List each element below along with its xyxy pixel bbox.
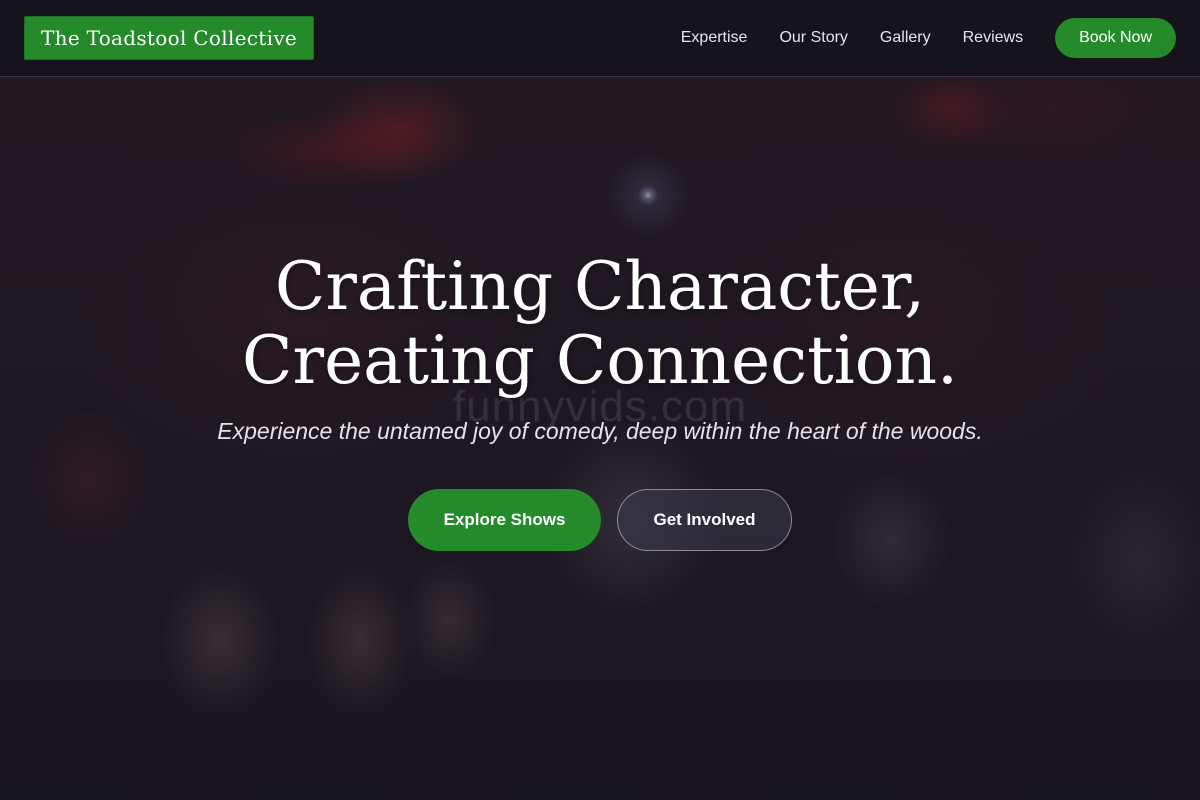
book-now-button[interactable]: Book Now [1055,18,1176,58]
main-nav: Expertise Our Story Gallery Reviews Book… [681,18,1176,58]
site-logo[interactable]: The Toadstool Collective [24,16,315,60]
hero-title: Crafting Character, Creating Connection. [0,250,1200,398]
get-involved-button[interactable]: Get Involved [617,489,792,551]
hero-title-line-2: Creating Connection. [242,322,958,399]
hero-section: funnyvids.com Crafting Character, Creati… [0,0,1200,800]
nav-link-reviews[interactable]: Reviews [963,29,1023,47]
hero-subtitle: Experience the untamed joy of comedy, de… [217,418,983,444]
landing-page: The Toadstool Collective Expertise Our S… [0,0,1200,800]
site-header: The Toadstool Collective Expertise Our S… [0,0,1200,77]
nav-link-gallery[interactable]: Gallery [880,29,931,47]
nav-link-our-story[interactable]: Our Story [779,29,847,47]
hero-title-line-1: Crafting Character, [274,248,926,325]
cta-row: Explore Shows Get Involved [0,489,1200,551]
explore-shows-button[interactable]: Explore Shows [408,489,601,551]
nav-link-expertise[interactable]: Expertise [681,29,748,47]
